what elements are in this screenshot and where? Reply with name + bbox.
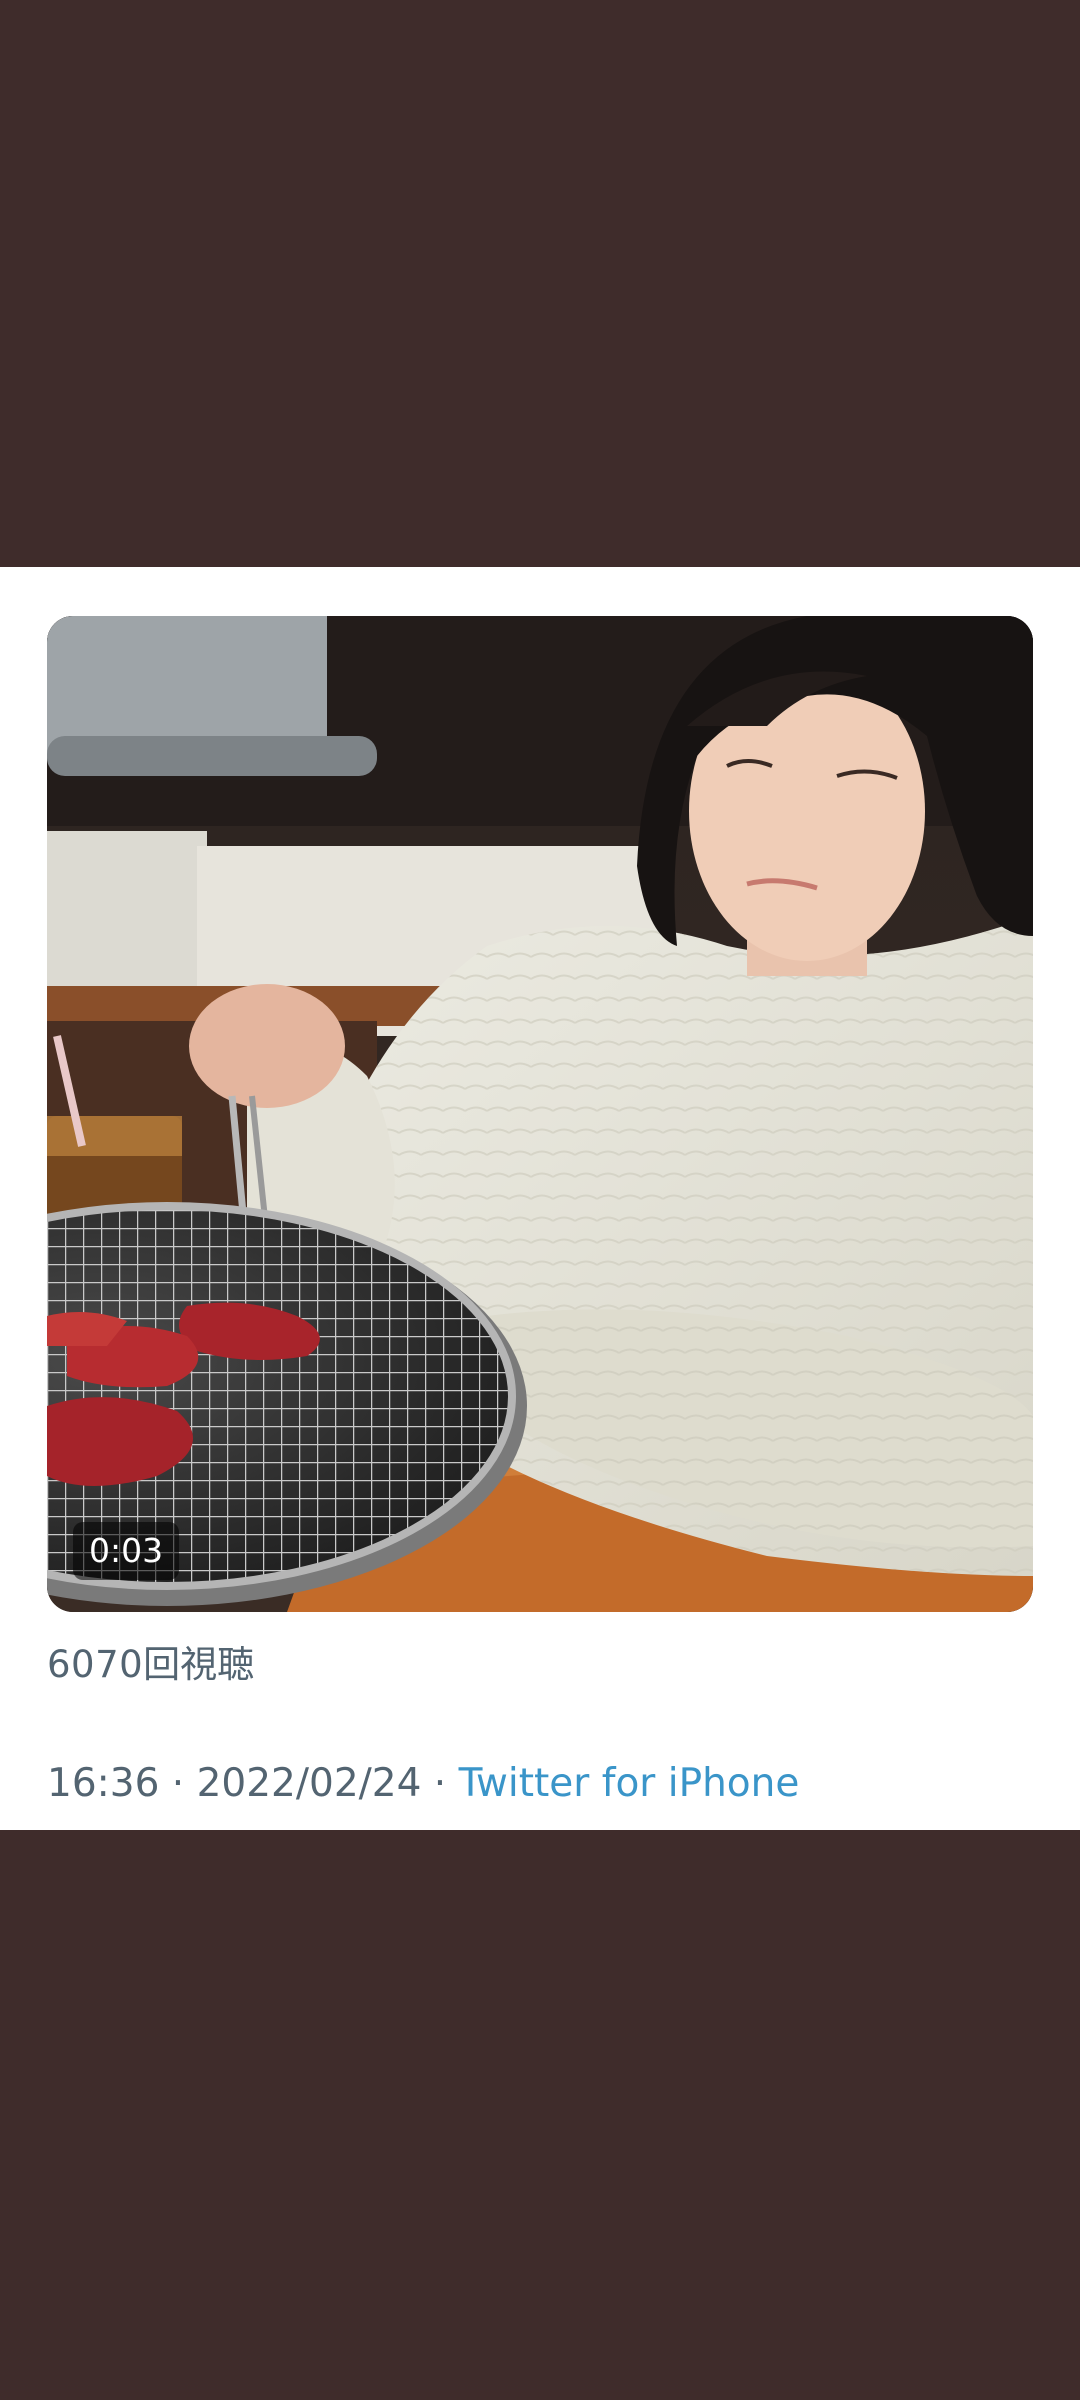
video-thumbnail <box>47 616 1033 1612</box>
screen: 0:03 6070回視聴 16:36 · 2022/02/24 · Twitte… <box>0 0 1080 2400</box>
video-player[interactable]: 0:03 <box>47 616 1033 1612</box>
view-count-number: 6070 <box>47 1643 144 1686</box>
tweet-source-link[interactable]: Twitter for iPhone <box>459 1761 800 1806</box>
meta-separator: · <box>421 1761 459 1806</box>
video-duration: 0:03 <box>73 1522 180 1580</box>
meta-separator: · <box>159 1761 197 1806</box>
tweet-time: 16:36 <box>47 1761 160 1806</box>
tweet-date: 2022/02/24 <box>196 1761 422 1806</box>
tweet-meta: 16:36 · 2022/02/24 · Twitter for iPhone <box>47 1757 799 1811</box>
view-count-label: 回視聴 <box>143 1643 255 1686</box>
view-count: 6070回視聴 <box>47 1640 254 1690</box>
tweet-detail-card: 0:03 6070回視聴 16:36 · 2022/02/24 · Twitte… <box>0 567 1080 1830</box>
